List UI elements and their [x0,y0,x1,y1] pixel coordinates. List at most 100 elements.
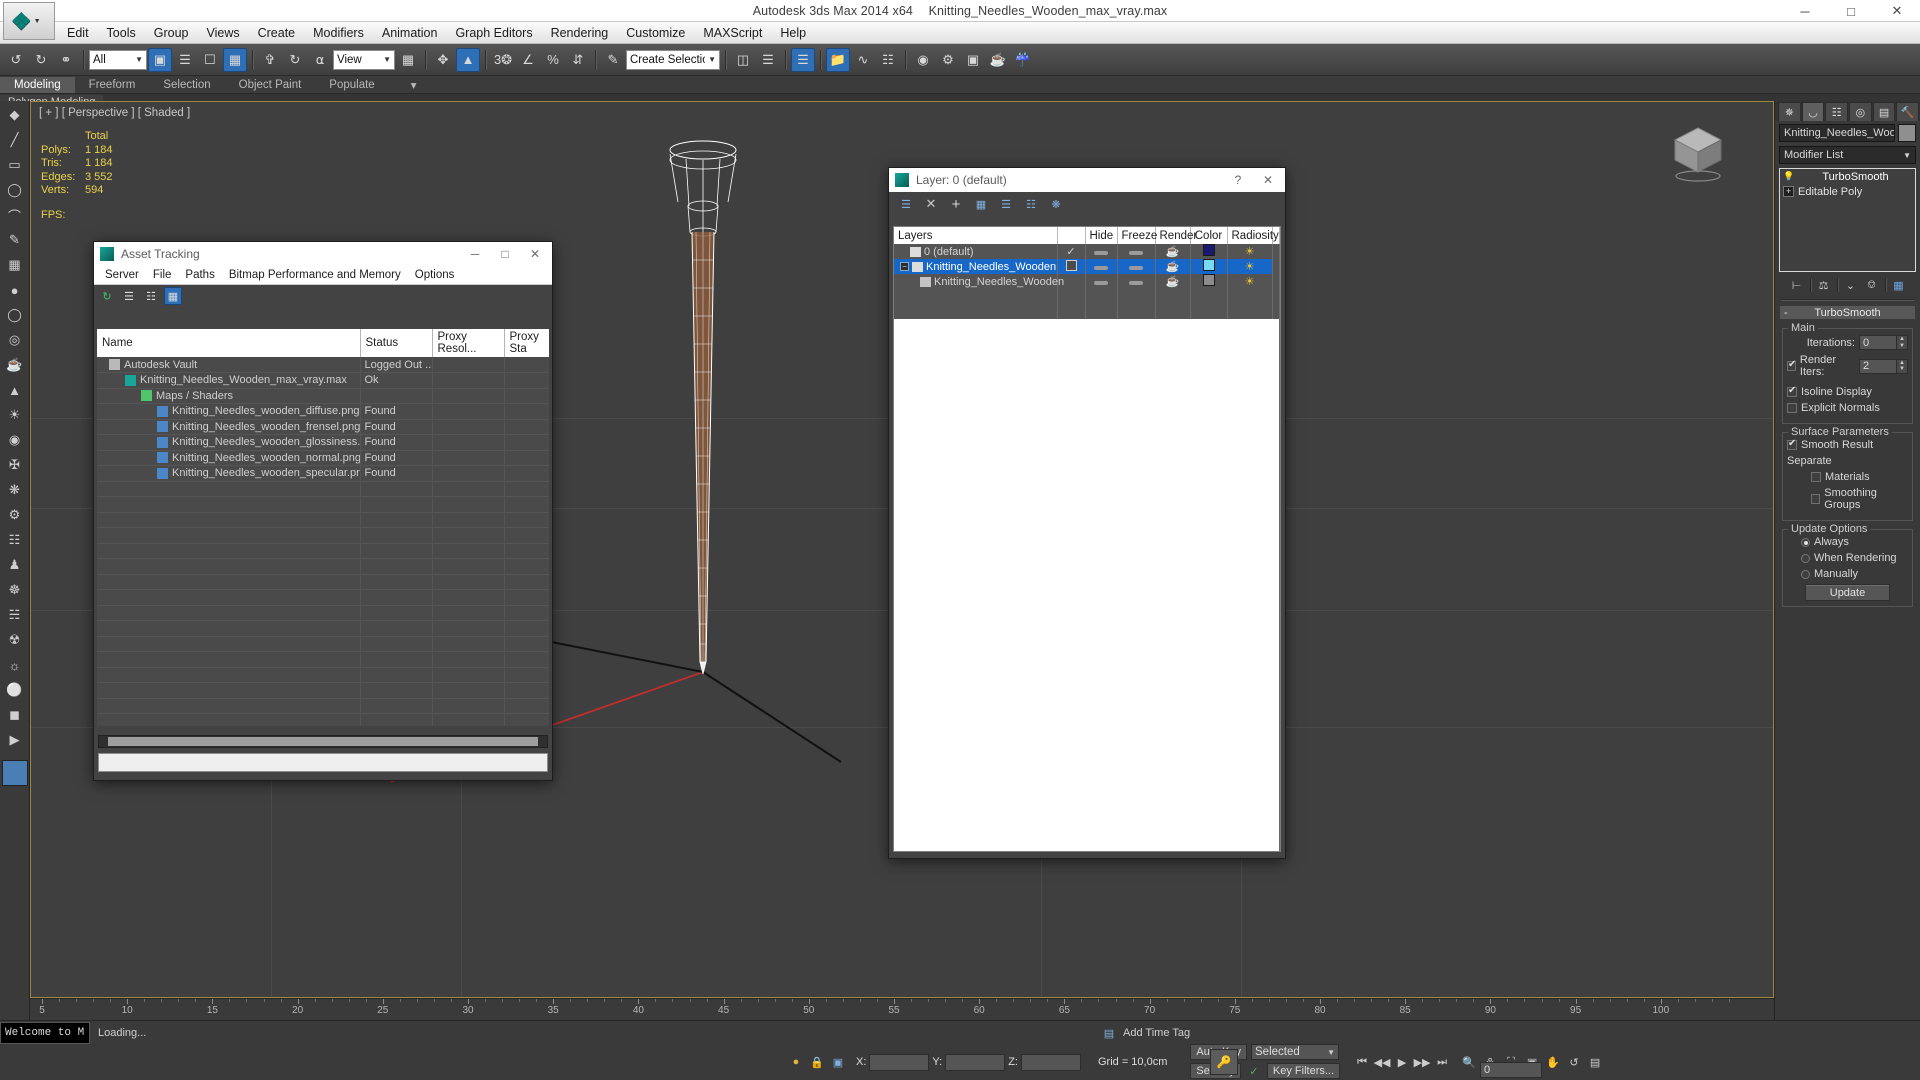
tree-view-icon[interactable]: ☷ [142,287,160,305]
modifier-stack-item-turbosmooth[interactable]: 💡 TurboSmooth [1780,169,1915,184]
asset-row[interactable]: Knitting_Needles_wooden_frensel.png Found [97,419,549,435]
layer-color-swatch[interactable] [1202,244,1215,256]
rectangular-selection-region-button[interactable]: ☐ [198,48,222,72]
layer-render-cell[interactable]: ☕ [1155,259,1191,274]
asset-name-cell[interactable]: Knitting_Needles_wooden_frensel.png [97,419,361,435]
systems-icon[interactable]: ☸ [3,579,27,601]
smoothing-groups-checkbox[interactable] [1811,494,1821,504]
modifier-stack-item-editable-poly[interactable]: + Editable Poly [1780,184,1915,199]
teapot-icon[interactable]: ☕ [3,354,27,376]
preview-thumbnail[interactable] [1,760,28,786]
asset-empty-row[interactable] [97,713,549,726]
layer-color-swatch[interactable] [1202,274,1215,286]
y-coordinate-field[interactable] [945,1053,1006,1071]
cylinder-icon[interactable]: ◯ [3,304,27,326]
highlight-selected-icon[interactable]: ☷ [1022,195,1040,213]
previous-frame-icon[interactable]: ◀◀ [1373,1053,1391,1071]
select-and-scale-icon[interactable]: ⍺ [308,48,332,72]
render-iterative-icon[interactable]: ☔ [1011,48,1035,72]
asset-empty-row[interactable] [97,543,549,559]
layer-list-empty-area[interactable] [894,319,1280,851]
asset-name-cell[interactable]: Maps / Shaders [97,388,361,404]
layer-freeze-cell[interactable] [1117,244,1156,259]
percent-snap-icon[interactable]: % [541,48,565,72]
align-icon[interactable]: ☰ [756,48,780,72]
named-selection-sets-combo[interactable]: Create Selection Se ▼ [626,49,720,70]
close-button[interactable]: ✕ [1253,168,1283,192]
select-objects-icon[interactable]: ▦ [972,195,990,213]
asset-row[interactable]: Knitting_Needles_wooden_specular.png Foun… [97,465,549,482]
smooth-result-checkbox[interactable] [1787,438,1797,450]
spinner-arrows-icon[interactable]: ▲ ▼ [1897,335,1908,350]
layer-name-cell[interactable]: Knitting_Needles_Wooden [894,274,1064,289]
snaps-3d-icon[interactable]: 3❂ [491,48,515,72]
layer-column-header[interactable]: Color [1190,227,1228,244]
layer-current-cell[interactable] [1057,259,1086,274]
asset-tracking-dialog[interactable]: Asset Tracking ─ □ ✕ Server File Paths Bitm… [93,241,553,781]
materials-checkbox[interactable] [1811,472,1821,482]
pivot-point-center-icon[interactable]: ▦ [396,48,420,72]
menu-item-maxscript[interactable]: MAXScript [694,23,771,43]
application-menu-button[interactable]: ❖ ▼ [3,2,55,40]
redo-icon[interactable]: ↻ [29,48,53,72]
layer-hide-cell[interactable] [1085,244,1118,259]
manually-radio[interactable] [1801,569,1810,579]
close-button[interactable]: ✕ [520,242,550,266]
menu-item-help[interactable]: Help [771,23,815,43]
asset-name-cell[interactable]: Knitting_Needles_wooden_diffuse.png [97,403,361,420]
asset-name-cell[interactable]: Knitting_Needles_Wooden_max_vray.max [97,372,361,389]
asset-empty-row[interactable] [97,620,549,637]
motion-tab[interactable]: ◎ [1849,102,1872,121]
radiosity-icon[interactable]: ☀ [1245,246,1255,258]
zoom-icon[interactable]: 🔍 [1460,1053,1478,1071]
menu-item-edit[interactable]: Edit [58,23,98,43]
asset-row[interactable]: Knitting_Needles_wooden_diffuse.png Found [97,403,549,420]
selection-mode-combo[interactable]: Selected ▼ [1251,1044,1340,1060]
help-button[interactable]: ? [1223,168,1253,192]
key-mode-toggle-button[interactable]: 🔑 [1210,1049,1238,1075]
maximize-button[interactable]: □ [490,242,520,266]
asset-menu-item-file[interactable]: File [146,267,179,283]
create-icon[interactable]: ◆ [3,104,27,126]
layer-color-cell[interactable] [1190,274,1228,289]
material-editor-icon[interactable]: ◉ [911,48,935,72]
menu-item-animation[interactable]: Animation [373,23,447,43]
key-mode-icon[interactable]: ✓ [1245,1062,1263,1080]
asset-empty-row[interactable] [97,527,549,544]
space-warp-icon[interactable]: ⚙ [3,504,27,526]
asset-empty-row[interactable] [97,481,549,497]
hide-unselected-icon[interactable]: ❋ [1047,195,1065,213]
arc-icon[interactable]: ⌒ [3,204,27,226]
layer-row[interactable]: 0 (default) ✓ ☕ ☀ [894,244,1280,259]
asset-empty-row[interactable] [97,605,549,621]
selection-filter-combo[interactable]: All ▼ [89,49,147,70]
asset-row[interactable]: Maps / Shaders [97,388,549,404]
lock-icon[interactable]: 🔒 [808,1053,826,1071]
asset-empty-row[interactable] [97,667,549,683]
line-icon[interactable]: ╱ [3,129,27,151]
pin-stack-icon[interactable]: ⊢ [1789,277,1805,293]
select-and-manipulate-icon[interactable]: ✥ [431,48,455,72]
modifier-stack[interactable]: 💡 TurboSmooth + Editable Poly [1779,168,1916,272]
biped-icon[interactable]: ♟ [3,554,27,576]
asset-table-container[interactable]: Name Status Proxy Resol... Proxy Sta Autode… [97,329,549,726]
pan-view-icon[interactable]: ✋ [1544,1053,1562,1071]
asset-menu-item-server[interactable]: Server [98,267,146,283]
layer-hide-cell[interactable] [1085,259,1118,274]
layer-dialog-titlebar[interactable]: Layer: 0 (default) ? ✕ [889,168,1285,192]
remove-modifier-icon[interactable]: ⎊ [1864,277,1880,293]
render-iters-value[interactable]: 2 [1859,358,1897,374]
when-rendering-radio[interactable] [1801,553,1810,563]
radiosity-icon[interactable]: ☀ [1245,261,1255,273]
show-end-result-icon[interactable]: ⚖ [1816,277,1832,293]
reference-coordinate-combo[interactable]: View ▼ [333,49,395,70]
text-tool-icon[interactable]: ✎ [3,229,27,251]
delete-layer-icon[interactable]: ✕ [922,195,940,213]
make-unique-icon[interactable]: ⌄ [1843,277,1859,293]
asset-empty-row[interactable] [97,636,549,652]
hide-toggle-icon[interactable] [1094,250,1108,255]
isoline-display-checkbox[interactable] [1787,385,1797,397]
scene-explorer-icon[interactable]: 📁 [826,47,850,72]
teapot-icon[interactable]: ☕ [1166,261,1180,273]
add-layer-icon[interactable]: + [947,195,965,213]
